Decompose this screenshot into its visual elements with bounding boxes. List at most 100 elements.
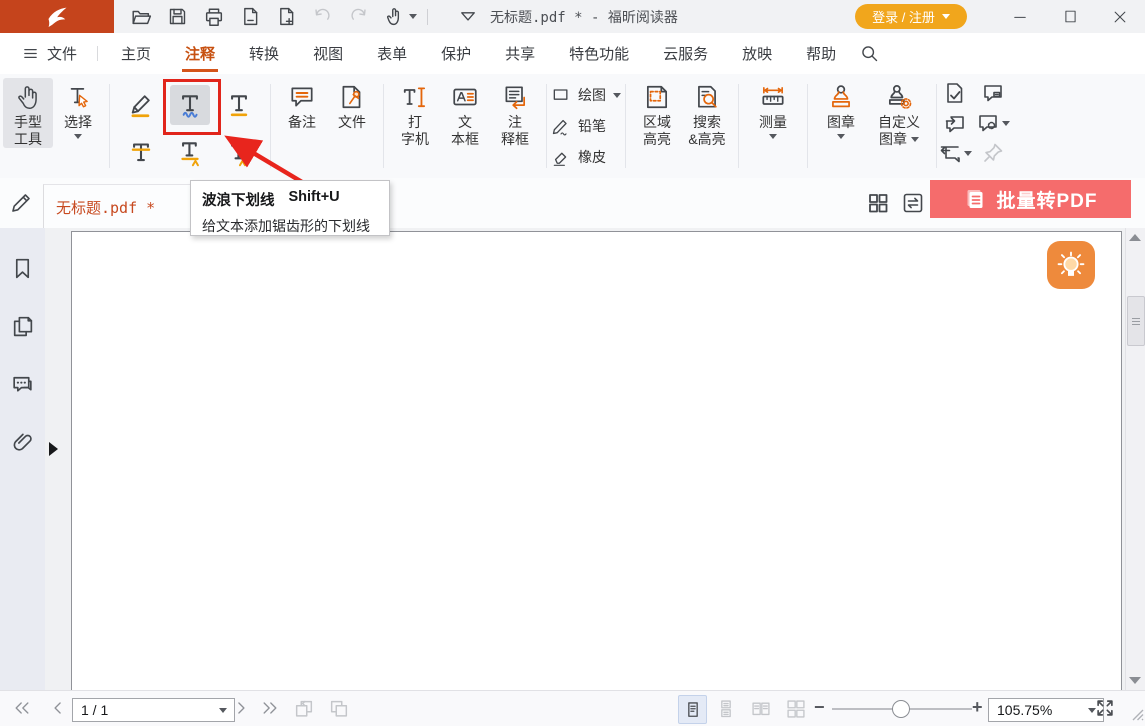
tab-share[interactable]: 共享 — [488, 33, 552, 74]
tab-cloud[interactable]: 云服务 — [646, 33, 725, 74]
zoom-slider-knob[interactable] — [892, 700, 910, 718]
facing-continuous-view-button[interactable] — [782, 695, 809, 722]
lightbulb-icon — [1051, 245, 1091, 285]
vertical-scrollbar[interactable] — [1125, 228, 1145, 690]
highlight-tool-button[interactable] — [121, 85, 161, 125]
comments-panel-button[interactable] — [10, 372, 35, 397]
pages-panel-button[interactable] — [10, 314, 35, 339]
typewriter-button[interactable]: 打字机 — [390, 78, 440, 148]
tab-present[interactable]: 放映 — [725, 33, 789, 74]
measure-button[interactable]: 测量 — [745, 78, 801, 139]
menu-file-label: 文件 — [47, 43, 77, 64]
ribbon-toolbar: 手型工具 选择 — [0, 74, 1145, 179]
note-icon — [288, 83, 316, 111]
eraser-button[interactable]: 橡皮 — [551, 143, 621, 172]
tab-features[interactable]: 特色功能 — [552, 33, 646, 74]
tab-convert[interactable]: 转换 — [232, 33, 296, 74]
close-document-button[interactable] — [240, 6, 261, 27]
tips-lightbulb-button[interactable] — [1047, 241, 1095, 289]
fullscreen-button[interactable] — [1094, 697, 1116, 719]
save-button[interactable] — [167, 6, 188, 27]
tab-help[interactable]: 帮助 — [789, 33, 853, 74]
insert-text-tool-button[interactable] — [219, 132, 259, 172]
export-comments-button[interactable] — [938, 141, 972, 165]
replace-text-tool-button[interactable] — [170, 132, 210, 172]
comment-settings-button[interactable] — [976, 111, 1010, 135]
scrollbar-thumb[interactable] — [1127, 296, 1145, 346]
new-document-button[interactable] — [276, 6, 297, 27]
attachments-panel-button[interactable] — [10, 430, 35, 455]
foxit-logo[interactable] — [0, 0, 114, 33]
tab-protect[interactable]: 保护 — [424, 33, 488, 74]
minimize-button[interactable] — [995, 0, 1045, 33]
previous-view-button[interactable] — [293, 698, 315, 720]
titlebar-divider — [427, 9, 428, 25]
page-number-combobox[interactable]: 1 / 1 — [72, 698, 235, 722]
batch-convert-label: 批量转PDF — [996, 186, 1097, 213]
toolbar-chevron-icon[interactable] — [458, 7, 478, 27]
strikeout-tool-button[interactable] — [121, 132, 161, 172]
batch-convert-pdf-button[interactable]: 批量转PDF — [930, 180, 1131, 218]
maximize-button[interactable] — [1045, 0, 1095, 33]
continuous-view-button[interactable] — [712, 695, 739, 722]
next-page-button[interactable] — [231, 698, 251, 718]
scroll-up-arrow[interactable] — [1129, 234, 1141, 241]
hand-select-button[interactable] — [384, 6, 417, 27]
bookmarks-panel-button[interactable] — [10, 256, 35, 281]
next-view-button[interactable] — [328, 698, 350, 720]
zoom-level-combobox[interactable]: 105.75% — [988, 698, 1104, 722]
import-comments-button[interactable] — [943, 111, 967, 135]
scroll-down-arrow[interactable] — [1129, 677, 1141, 684]
resize-grip[interactable] — [1129, 706, 1144, 726]
summarize-comments-button[interactable] — [943, 81, 967, 105]
stamp-button[interactable]: 图章 — [814, 78, 868, 139]
tab-form[interactable]: 表单 — [360, 33, 424, 74]
login-register-button[interactable]: 登录 / 注册 — [855, 4, 967, 29]
panel-expand-handle[interactable] — [49, 442, 58, 456]
document-tab[interactable]: 无标题.pdf * — [43, 184, 201, 229]
zoom-in-button[interactable]: + — [972, 697, 983, 718]
menu-file[interactable]: 文件 — [0, 43, 97, 64]
first-page-button[interactable] — [12, 698, 32, 718]
annotation-note-button[interactable] — [981, 81, 1005, 105]
foxit-bird-icon — [45, 5, 69, 29]
tab-grid-view-icon[interactable] — [866, 191, 890, 215]
redo-button[interactable] — [348, 6, 369, 27]
text-markup-group — [110, 74, 270, 178]
search-highlight-button[interactable]: 搜索&高亮 — [682, 78, 732, 148]
pencil-button[interactable]: 铅笔 — [551, 112, 621, 141]
select-tool-button[interactable]: 选择 — [53, 78, 103, 139]
pdf-page[interactable] — [71, 231, 1122, 703]
custom-stamp-button[interactable]: 自定义图章 — [868, 78, 930, 148]
callout-icon — [501, 83, 529, 111]
zoom-out-button[interactable]: − — [814, 697, 825, 718]
zoom-slider[interactable] — [832, 708, 972, 710]
file-attachment-annotation-button[interactable]: 文件 — [327, 78, 377, 131]
tab-comment[interactable]: 注释 — [168, 33, 232, 74]
print-button[interactable] — [203, 6, 225, 28]
tooltip-description: 给文本添加锯齿形的下划线 — [202, 216, 378, 236]
area-highlight-button[interactable]: 区域高亮 — [632, 78, 682, 148]
foxit-reader-window: 无标题.pdf * - 福昕阅读器 登录 / 注册 文件 主页 注释 转换 视 — [0, 0, 1145, 726]
squiggly-underline-tool-button[interactable] — [170, 85, 210, 125]
facing-view-button[interactable] — [747, 695, 774, 722]
search-icon[interactable] — [859, 43, 880, 64]
note-annotation-button[interactable]: 备注 — [277, 78, 327, 131]
textbox-button[interactable]: 文本框 — [440, 78, 490, 148]
comment-settings-caret — [1002, 121, 1010, 126]
undo-button[interactable] — [312, 6, 333, 27]
close-button[interactable] — [1095, 0, 1145, 33]
tab-home[interactable]: 主页 — [104, 33, 168, 74]
previous-page-button[interactable] — [48, 698, 68, 718]
drawing-button[interactable]: 绘图 — [551, 81, 621, 110]
hand-tool-button[interactable]: 手型工具 — [3, 78, 53, 148]
open-file-button[interactable] — [130, 6, 152, 28]
tab-view[interactable]: 视图 — [296, 33, 360, 74]
underline-tool-button[interactable] — [219, 85, 259, 125]
keep-tool-pin-button[interactable] — [981, 141, 1005, 165]
callout-button[interactable]: 注释框 — [490, 78, 540, 148]
last-page-button[interactable] — [260, 698, 280, 718]
edit-document-icon[interactable] — [9, 191, 33, 215]
single-page-view-button[interactable] — [678, 695, 707, 724]
tab-switch-icon[interactable] — [901, 191, 925, 215]
